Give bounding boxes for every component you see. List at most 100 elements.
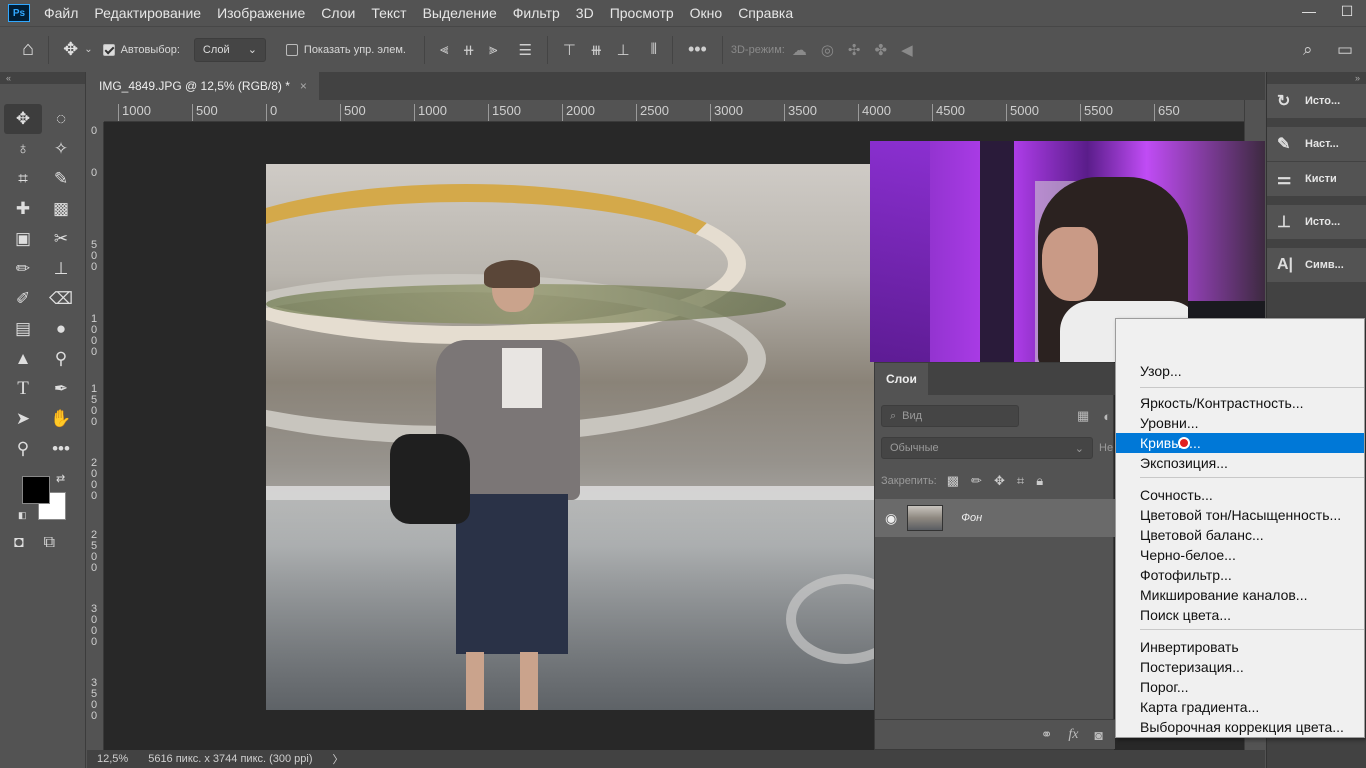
zoom-level[interactable]: 12,5%	[87, 753, 138, 765]
align-right-icon[interactable]: ⫸	[489, 41, 497, 58]
dodge-tool-icon[interactable]: ⚲	[42, 344, 80, 374]
menu-item-brightness-contrast[interactable]: Яркость/Контрастность...	[1116, 393, 1364, 413]
default-colors-icon[interactable]: ◧	[18, 510, 27, 521]
brush-tool-icon[interactable]: ✏	[4, 254, 42, 284]
swap-colors-icon[interactable]: ⇄	[56, 472, 65, 485]
stamp-tool-icon[interactable]: ⊥	[42, 254, 80, 284]
minimize-icon[interactable]: —	[1290, 0, 1328, 22]
pan-3d-icon[interactable]: ✣	[848, 41, 861, 59]
scale-3d-icon[interactable]: ◀	[901, 41, 913, 59]
lock-artboard-icon[interactable]: ⌗	[1017, 473, 1024, 489]
document-tab[interactable]: IMG_4849.JPG @ 12,5% (RGB/8) * ×	[87, 72, 319, 100]
menu-edit[interactable]: Редактирование	[86, 0, 209, 26]
roll-3d-icon[interactable]: ◎	[821, 41, 834, 59]
healing-brush-tool-icon[interactable]: ✚	[4, 194, 42, 224]
menu-select[interactable]: Выделение	[415, 0, 505, 26]
align-left-icon[interactable]: ⫷	[440, 41, 448, 58]
image-filter-icon[interactable]: ▦	[1077, 408, 1089, 424]
mask-icon[interactable]: ◙	[1095, 727, 1103, 743]
layer-row[interactable]: ◉ Фон	[875, 499, 1115, 537]
fx-icon[interactable]: fx	[1068, 727, 1078, 743]
lock-position-icon[interactable]: ✥	[994, 473, 1005, 489]
lock-all-icon[interactable]: 🔒︎	[1036, 473, 1043, 489]
menu-view[interactable]: Просмотр	[602, 0, 682, 26]
menu-3d[interactable]: 3D	[568, 0, 602, 26]
menu-item-threshold[interactable]: Порог...	[1116, 677, 1364, 697]
quick-mask-icon[interactable]: ◘	[14, 534, 24, 552]
menu-item-invert[interactable]: Инвертировать	[1116, 637, 1364, 657]
hand-tool-icon[interactable]: ✋	[42, 404, 80, 434]
menu-item-levels[interactable]: Уровни...	[1116, 413, 1364, 433]
layer-name[interactable]: Фон	[961, 512, 982, 524]
menu-item-posterize[interactable]: Постеризация...	[1116, 657, 1364, 677]
menu-item-gradient-map[interactable]: Карта градиента...	[1116, 697, 1364, 717]
chevron-down-icon[interactable]: ⌄	[84, 44, 92, 55]
home-icon[interactable]: ⌂	[22, 38, 34, 61]
magic-wand-tool-icon[interactable]: ✧	[42, 134, 80, 164]
lock-pixels-icon[interactable]: ✏	[971, 473, 982, 489]
checkbox-unchecked-icon[interactable]	[285, 43, 298, 56]
menu-type[interactable]: Текст	[363, 0, 414, 26]
slide-3d-icon[interactable]: ✤	[875, 41, 888, 59]
move-tool-icon[interactable]: ✥	[4, 104, 42, 134]
blur-tool-icon[interactable]: ●	[42, 314, 80, 344]
menu-item-channel-mixer[interactable]: Микширование каналов...	[1116, 585, 1364, 605]
menu-filter[interactable]: Фильтр	[505, 0, 568, 26]
checkbox-checked-icon[interactable]	[102, 43, 115, 56]
dock-brush-settings[interactable]: ✎ Наст...	[1267, 127, 1366, 161]
search-icon[interactable]: ⌕	[1303, 40, 1313, 60]
lasso-tool-icon[interactable]: ♁	[4, 134, 42, 164]
dock-history[interactable]: ↻ Исто...	[1267, 84, 1366, 118]
menu-item-color-balance[interactable]: Цветовой баланс...	[1116, 525, 1364, 545]
align-middle-v-icon[interactable]: ⧻	[590, 41, 603, 59]
menu-item-black-white[interactable]: Черно-белое...	[1116, 545, 1364, 565]
menu-layers[interactable]: Слои	[313, 0, 363, 26]
autoselect-checkbox[interactable]: Автовыбор:	[102, 43, 180, 56]
eyedropper-tool-icon[interactable]: ✎	[42, 164, 80, 194]
dock-clone-source[interactable]: ⊥ Исто...	[1267, 205, 1366, 239]
distribute-v-icon[interactable]: ⫴	[651, 41, 657, 58]
align-top-icon[interactable]: ⊤	[563, 41, 576, 59]
menu-item-selective-color[interactable]: Выборочная коррекция цвета...	[1116, 717, 1364, 737]
history-brush-tool-icon[interactable]: ✐	[4, 284, 42, 314]
collapse-icon[interactable]: «	[0, 72, 85, 84]
orbit-3d-icon[interactable]: ☁	[792, 41, 807, 59]
eraser-tool-icon[interactable]: ⌫	[42, 284, 80, 314]
blend-mode-dropdown[interactable]: Обычные ⌄	[881, 437, 1093, 459]
frame-tool-icon[interactable]: ▣	[4, 224, 42, 254]
align-center-h-icon[interactable]: ⧺	[462, 41, 475, 59]
type-tool-icon[interactable]: T	[4, 374, 42, 404]
maximize-icon[interactable]: ☐	[1328, 0, 1366, 22]
menu-item-vibrance[interactable]: Сочность...	[1116, 485, 1364, 505]
sharpen-tool-icon[interactable]: ▲	[4, 344, 42, 374]
menu-window[interactable]: Окно	[682, 0, 731, 26]
distribute-icon[interactable]: ☰	[518, 41, 531, 59]
crop-tool-icon[interactable]: ⌗	[4, 164, 42, 194]
menu-item-hue-saturation[interactable]: Цветовой тон/Насыщенность...	[1116, 505, 1364, 525]
menu-item-pattern[interactable]: Узор...	[1116, 361, 1364, 381]
lock-transparent-icon[interactable]: ▩	[947, 473, 959, 489]
menu-item-color-lookup[interactable]: Поиск цвета...	[1116, 605, 1364, 625]
tab-layers[interactable]: Слои	[875, 363, 928, 395]
move-tool-icon[interactable]: ✥	[63, 39, 78, 60]
menu-image[interactable]: Изображение	[209, 0, 313, 26]
pen-tool-icon[interactable]: ✒	[42, 374, 80, 404]
menu-item-curves[interactable]: Кривые...	[1116, 433, 1364, 453]
dock-character[interactable]: A| Симв...	[1267, 248, 1366, 282]
status-arrow-icon[interactable]: 〉	[323, 751, 354, 767]
more-options-icon[interactable]: •••	[688, 39, 707, 60]
marquee-tool-icon[interactable]: ◌	[42, 104, 80, 134]
menu-item-exposure[interactable]: Экспозиция...	[1116, 453, 1364, 473]
path-selection-tool-icon[interactable]: ➤	[4, 404, 42, 434]
adjustment-filter-icon[interactable]: ◐	[1103, 409, 1111, 424]
foreground-color-swatch[interactable]	[22, 476, 50, 504]
more-tools-icon[interactable]: •••	[42, 434, 80, 464]
photoshop-logo-icon[interactable]: Ps	[8, 4, 30, 22]
layer-filter-dropdown[interactable]: ⌕ Вид	[881, 405, 1019, 427]
dock-brushes[interactable]: ⚌ Кисти	[1267, 162, 1366, 196]
autoselect-dropdown[interactable]: Слой ⌄	[193, 37, 266, 62]
show-controls-checkbox[interactable]: Показать упр. элем.	[285, 43, 406, 56]
link-icon[interactable]: ⚭	[1041, 726, 1053, 743]
screen-mode-icon[interactable]: ⧉	[44, 534, 55, 552]
document-image[interactable]	[266, 164, 874, 710]
